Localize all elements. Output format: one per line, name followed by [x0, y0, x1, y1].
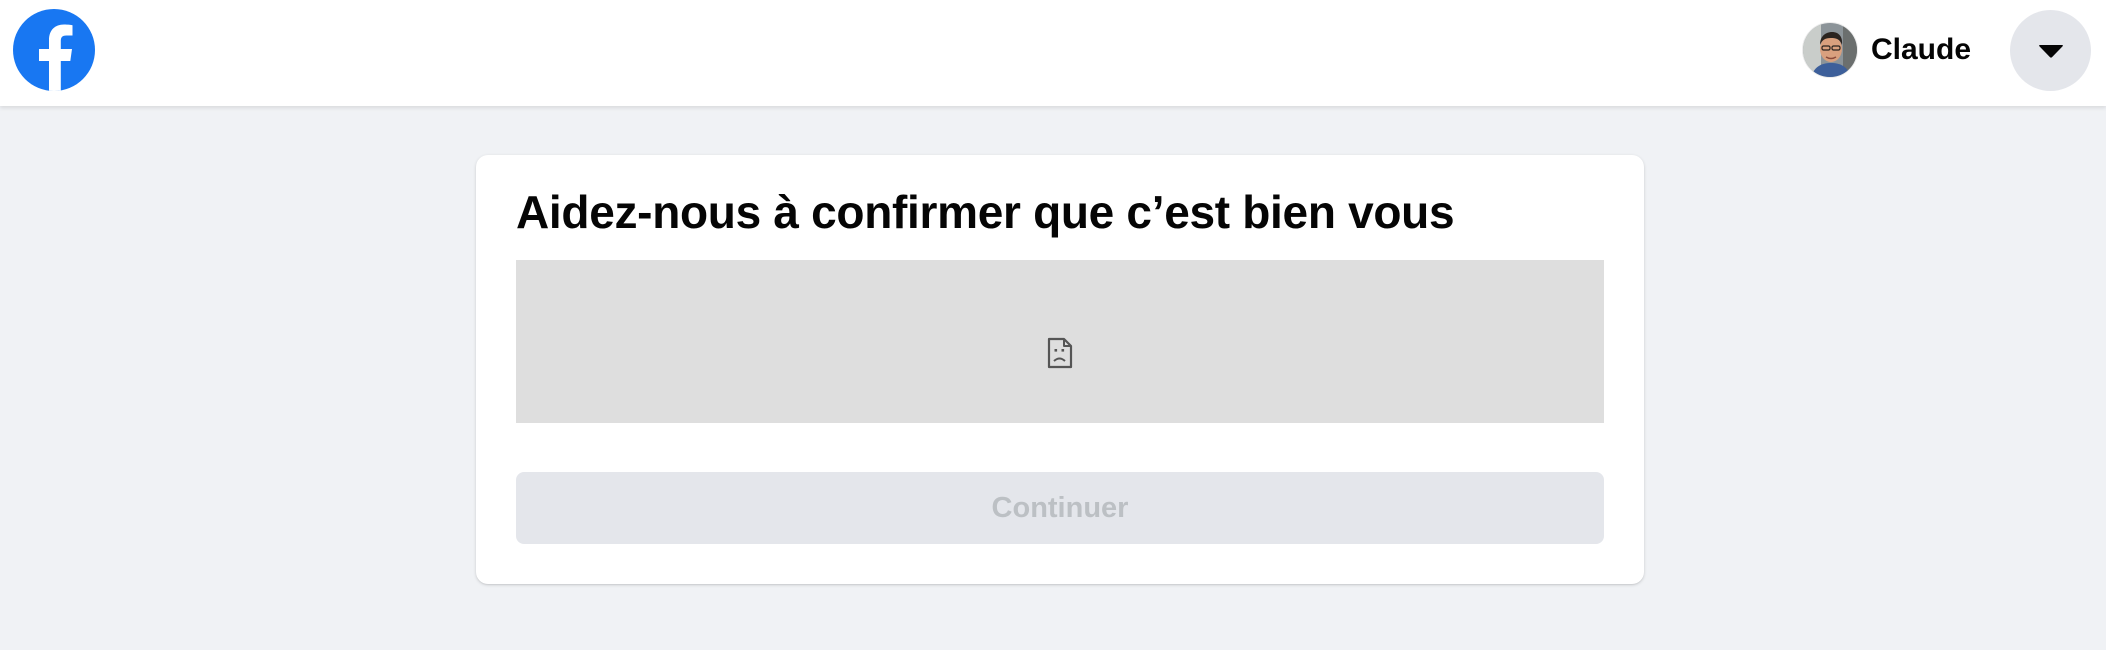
profile-name: Claude — [1871, 33, 1972, 66]
broken-image-icon — [1047, 337, 1073, 368]
account-menu-button[interactable] — [2010, 10, 2091, 91]
card-title: Aidez-nous à confirmer que c’est bien vo… — [516, 186, 1455, 238]
user-avatar — [1802, 22, 1858, 78]
confirmation-card: Aidez-nous à confirmer que c’est bien vo… — [476, 155, 1644, 584]
caret-down-icon — [2038, 44, 2063, 58]
top-navigation-bar: Claude — [0, 0, 2106, 106]
profile-button[interactable]: Claude — [1802, 21, 1977, 79]
captcha-image-placeholder — [516, 260, 1604, 423]
facebook-logo-icon[interactable] — [13, 9, 95, 91]
continue-button[interactable]: Continuer — [516, 472, 1604, 544]
